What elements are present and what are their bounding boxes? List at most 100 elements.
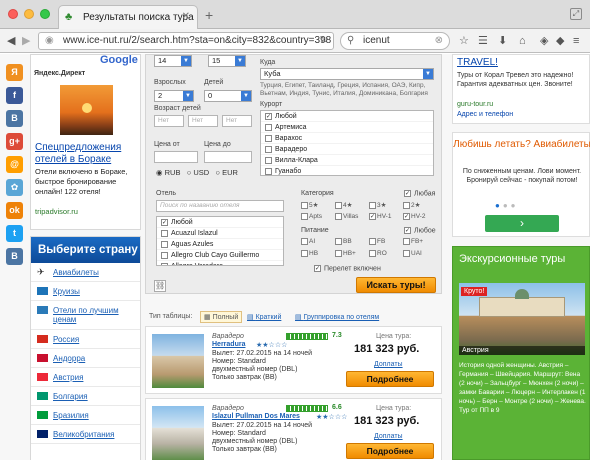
hotel-checkbox[interactable] [161,251,168,259]
ad1-title[interactable]: TRAVEL! [457,57,498,68]
resort-checkbox[interactable] [265,134,272,142]
result-hotel-name[interactable]: Herradura [212,341,245,348]
resort-option[interactable]: Вилла-Клара [261,155,433,166]
right-ad-coral[interactable]: TRAVEL! Туры от Корал Тревел это надежно… [452,54,590,124]
meal-checkbox[interactable]: HB+ [335,250,356,257]
country-select[interactable]: Куба ▼ [260,68,434,80]
meal-box[interactable] [403,238,410,245]
country-item[interactable]: Круизы [31,282,140,301]
resort-checkbox[interactable] [265,167,272,175]
category-any-checkbox[interactable]: ✓ Любая [404,190,435,197]
twitter-icon[interactable]: t [6,225,23,242]
resort-option[interactable]: ✓ Любой [261,111,433,122]
hotel-photo[interactable] [152,334,204,388]
currency-usd-radio[interactable]: ○ USD [187,168,209,177]
hotel-option[interactable]: Allegro Club Cayo Guillermo [157,250,283,261]
category-checkbox[interactable]: ✓ HV-2 [403,213,425,220]
ad-domain-link[interactable]: tripadvisor.ru [35,207,78,216]
right-ad-avia[interactable]: Любишь летать? Авиабилеты По сниженным ц… [452,132,590,237]
hotel-option[interactable]: ✓ Любой [157,217,283,228]
hotel-option[interactable]: Acuazul Islazul [157,228,283,239]
country-item[interactable]: Отели по лучшим ценам [31,301,140,330]
hotel-listbox[interactable]: ✓ Любой Acuazul Islazul Aguas Azules Allegro… [156,216,284,266]
children-select[interactable]: 0 ▼ [204,90,252,102]
category-box[interactable] [301,213,308,220]
ad3-title[interactable]: Экскурсионные туры [459,253,585,266]
ad2-title[interactable]: Любишь летать? Авиабилеты [453,139,590,151]
fullscreen-icon[interactable]: ⤢ [570,8,582,20]
hotel-checkbox[interactable] [161,240,168,248]
menu-icon[interactable]: ≡ [573,34,579,48]
meal-checkbox[interactable]: UAI [403,250,422,257]
country-item[interactable]: Россия [31,330,140,349]
minimize-window-button[interactable] [24,9,34,19]
category-box[interactable] [335,201,342,209]
meal-any-checkbox[interactable]: ✓ Любое [404,227,436,234]
child-age-2-input[interactable]: Нет [188,115,218,127]
hotel-option[interactable]: Aguas Azules [157,239,283,250]
category-box[interactable] [335,213,342,220]
meal-box[interactable] [369,250,376,257]
extension-icon[interactable]: ◆ [556,34,564,48]
right-ad-excursions[interactable]: Экскурсионные туры Круто! Австрия Истори… [452,246,590,460]
resort-checkbox[interactable] [265,156,272,164]
address-bar[interactable]: ◉ www.ice-nut.ru/2/search.htm?sta=on&cit… [38,32,334,50]
vk-share-icon[interactable]: B [6,248,23,265]
table-type-grouped-option[interactable]: ▤ Группировка по отелям [295,313,379,321]
country-item[interactable]: Австрия [31,368,140,387]
meal-box[interactable] [301,250,308,257]
meal-checkbox[interactable]: BB [335,238,352,245]
resort-option[interactable]: Гуанабо [261,166,433,175]
browser-tab[interactable]: ♣ Результаты поиска тура ✕ [58,5,198,29]
reload-icon[interactable]: ↻ [320,33,328,49]
country-item[interactable]: Болгария [31,387,140,406]
ad2-go-button[interactable]: › [485,215,559,232]
resort-option[interactable]: Варахос [261,133,433,144]
flight-included-checkbox[interactable]: ✓ Перелет включен [314,265,381,272]
facebook-icon[interactable]: f [6,87,23,104]
category-checkbox[interactable]: 4★ [335,201,352,209]
download-icon[interactable]: ⬇ [498,34,507,48]
resort-checkbox[interactable] [265,123,272,131]
clear-search-icon[interactable]: ⊗ [435,33,443,49]
price-from-input[interactable] [154,151,198,163]
meal-checkbox[interactable]: AI [301,238,315,245]
hotel-checkbox[interactable]: ✓ [161,218,168,226]
category-box[interactable] [403,201,410,209]
yandex-share-icon[interactable]: Я [6,64,23,81]
zoom-window-button[interactable] [40,9,50,19]
resort-checkbox[interactable] [265,145,272,153]
search-tours-button[interactable]: Искать туры! [356,277,436,293]
back-icon[interactable]: ◀ [7,34,15,48]
vk-icon[interactable]: В [6,110,23,127]
bookmark-star-icon[interactable]: ☆ [459,34,469,48]
category-box[interactable]: ✓ [403,213,410,220]
reading-list-icon[interactable]: ☰ [478,34,488,48]
hotel-photo[interactable] [152,406,204,460]
hotel-option[interactable]: Allegro Varadero [157,261,283,265]
nights-from-select[interactable]: 14 ▼ [154,55,192,67]
link-icon[interactable]: ⛓ [154,280,166,292]
price-to-input[interactable] [204,151,252,163]
ad-title-link[interactable]: Спецпредложения отелей в Бораке [35,142,139,166]
search-box[interactable]: ⚲ icenut ⊗ [340,32,450,50]
close-window-button[interactable] [8,9,18,19]
result-hotel-name[interactable]: Islazul Pullman Dos Mares [212,413,300,420]
hotel-checkbox[interactable] [161,229,168,237]
child-age-1-input[interactable]: Нет [154,115,184,127]
meal-checkbox[interactable]: HB [301,250,318,257]
meal-box[interactable] [335,250,342,257]
settings-share-icon[interactable]: ✿ [6,179,23,196]
category-checkbox[interactable]: 3★ [369,201,386,209]
child-age-3-input[interactable]: Нет [222,115,252,127]
ad-image[interactable] [60,85,113,135]
forward-icon[interactable]: ▶ [22,34,30,48]
resort-listbox[interactable]: ✓ Любой Артемиса Варахос Варадеро Вилла-Клара… [260,110,434,176]
adults-select[interactable]: 2 ▼ [154,90,194,102]
category-checkbox[interactable]: Apts [301,213,322,220]
meal-box[interactable] [403,250,410,257]
currency-rub-radio[interactable]: ◉ RUB [156,168,180,177]
home-icon[interactable]: ⌂ [519,34,526,48]
country-item[interactable]: ✈ Авиабилеты [31,263,140,282]
category-box[interactable] [301,201,308,209]
